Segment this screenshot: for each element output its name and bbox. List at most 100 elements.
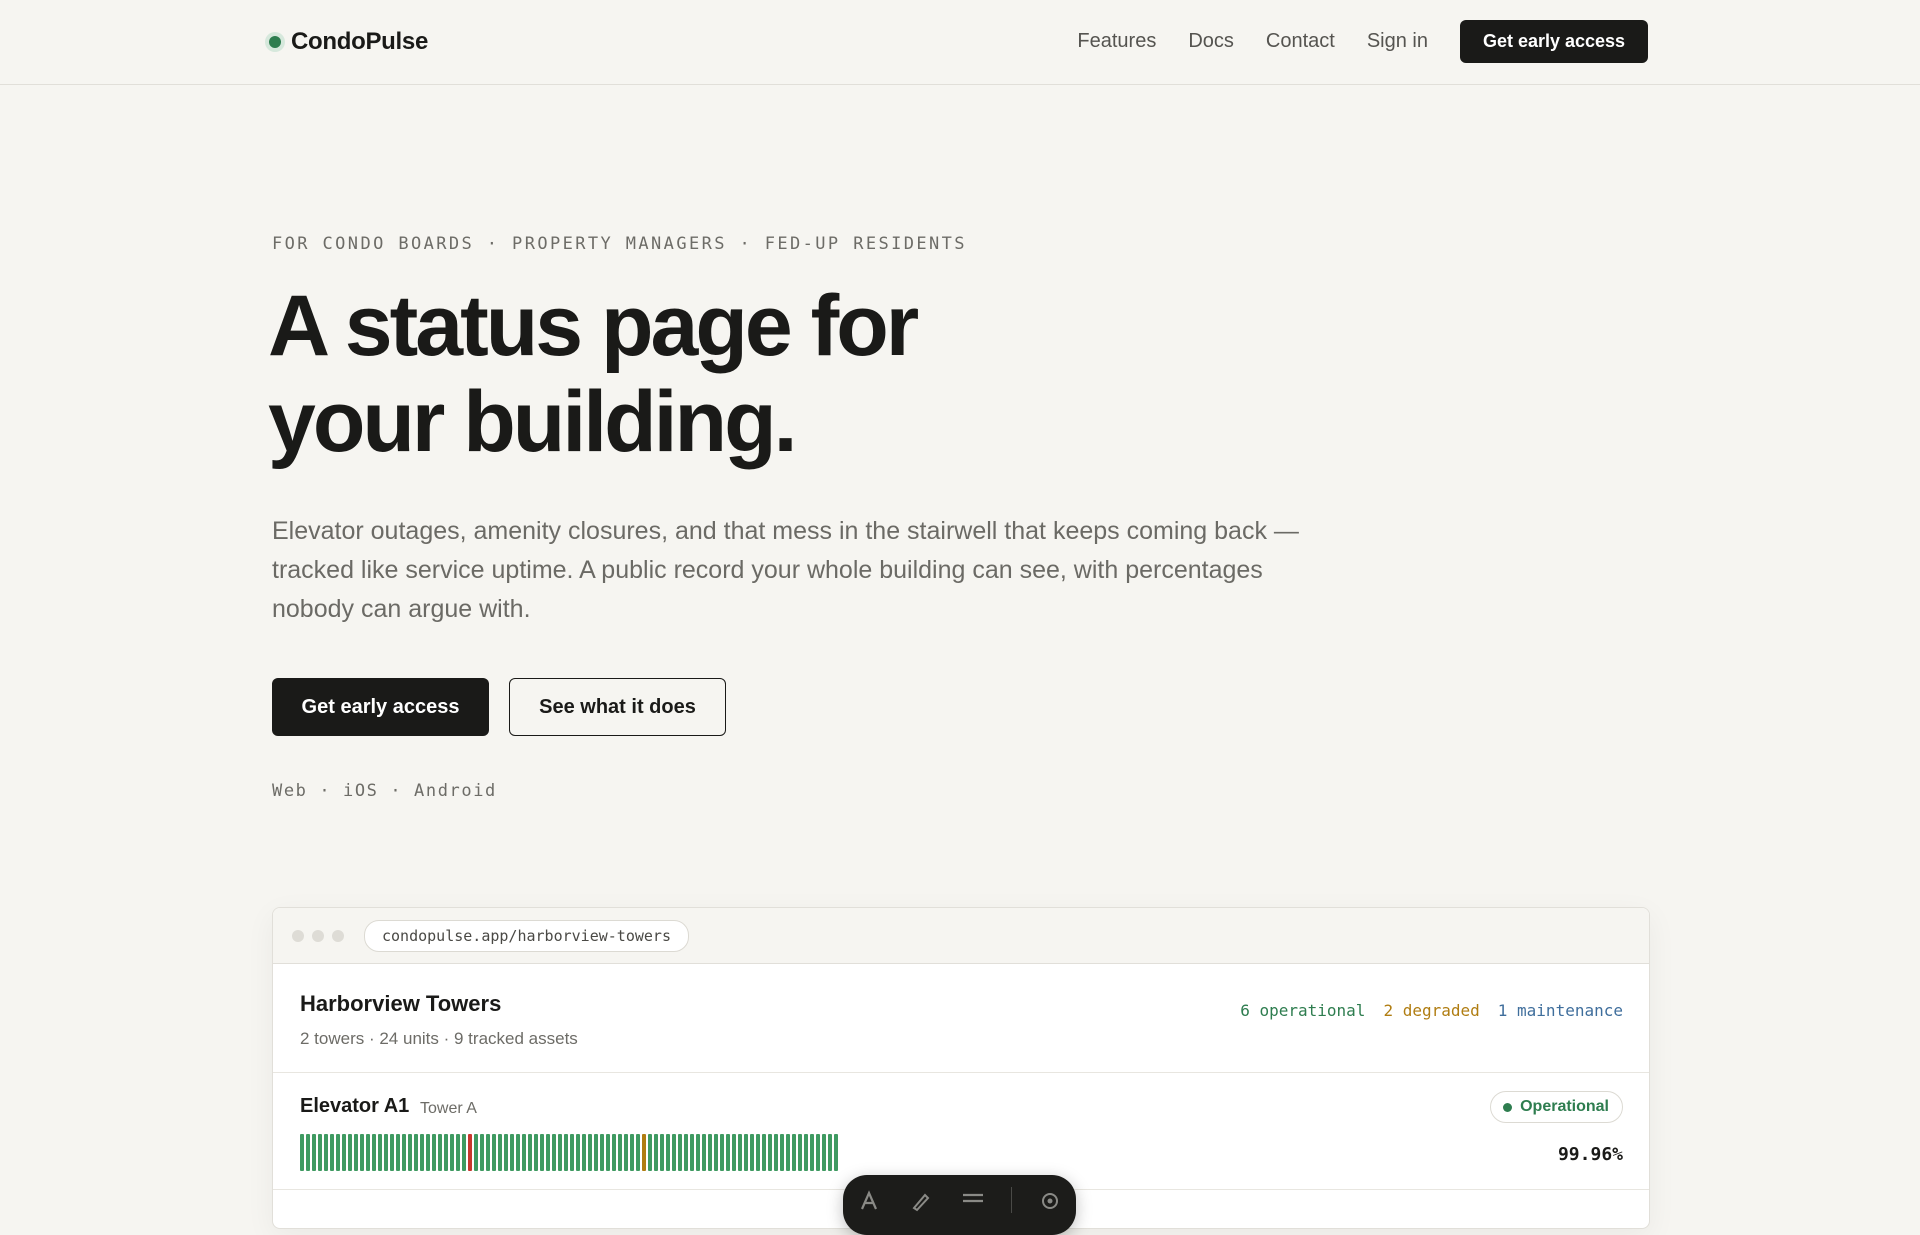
hero-eyebrow: FOR CONDO BOARDS · PROPERTY MANAGERS · F… — [272, 234, 967, 254]
building-meta: 2 towers · 24 units · 9 tracked assets — [300, 1029, 578, 1048]
uptime-day-bar — [750, 1134, 754, 1171]
address-bar[interactable]: condopulse.app/harborview-towers — [364, 919, 689, 952]
uptime-day-bar — [372, 1134, 376, 1171]
uptime-day-bar — [648, 1134, 652, 1171]
hero-subhead: Elevator outages, amenity closures, and … — [272, 517, 1299, 623]
uptime-day-bar — [654, 1134, 658, 1171]
uptime-day-bar — [570, 1134, 574, 1171]
uptime-day-bar — [732, 1134, 736, 1171]
uptime-day-bar — [690, 1134, 694, 1171]
uptime-day-bar — [660, 1134, 664, 1171]
headline-line-1: A status page for — [268, 278, 919, 374]
nav-link-docs[interactable]: Docs — [1188, 30, 1234, 53]
uptime-day-bar — [528, 1134, 532, 1171]
hero-headline: A status page for your building. — [268, 278, 919, 470]
uptime-day-bar — [720, 1134, 724, 1171]
nav-link-contact[interactable]: Contact — [1266, 30, 1335, 53]
uptime-day-bar — [558, 1134, 562, 1171]
uptime-day-bar — [816, 1134, 820, 1171]
uptime-day-bar — [504, 1134, 508, 1171]
status-dot-icon — [1503, 1102, 1513, 1112]
uptime-day-bar — [822, 1134, 826, 1171]
floating-toolbar — [843, 1175, 1076, 1235]
menu-icon[interactable] — [959, 1187, 987, 1215]
building-name: Harborview Towers — [300, 991, 502, 1016]
uptime-day-bar — [702, 1134, 706, 1171]
maintenance-count: 1 maintenance — [1497, 1001, 1623, 1020]
uptime-day-bar — [576, 1134, 580, 1171]
status-badge-label: Operational — [1520, 1098, 1609, 1115]
uptime-day-bar — [792, 1134, 796, 1171]
window-close-dot-icon — [292, 929, 304, 942]
main-nav: Features Docs Contact Sign in Get early … — [1077, 20, 1648, 63]
uptime-day-bar — [768, 1134, 772, 1171]
uptime-day-bar — [324, 1134, 328, 1171]
uptime-day-bar — [420, 1134, 424, 1171]
uptime-day-bar — [540, 1134, 544, 1171]
uptime-day-bar — [396, 1134, 400, 1171]
uptime-day-bar — [354, 1134, 358, 1171]
uptime-day-bar — [714, 1134, 718, 1171]
uptime-day-bar — [672, 1134, 676, 1171]
degraded-count: 2 degraded — [1383, 1001, 1480, 1020]
status-badge: Operational — [1490, 1091, 1623, 1123]
uptime-day-bar — [666, 1134, 670, 1171]
uptime-day-bar — [306, 1134, 310, 1171]
uptime-day-bar — [360, 1134, 364, 1171]
operational-count: 6 operational — [1240, 1001, 1366, 1020]
settings-icon[interactable] — [1036, 1187, 1064, 1215]
uptime-day-bar — [432, 1134, 436, 1171]
nav-link-sign-in[interactable]: Sign in — [1367, 30, 1428, 53]
uptime-day-bar — [456, 1134, 460, 1171]
uptime-history-bars — [300, 1134, 838, 1171]
uptime-day-bar — [696, 1134, 700, 1171]
asset-row[interactable]: Elevator A1 Tower A Operational 99.96% — [273, 1073, 1649, 1190]
uptime-day-bar — [636, 1134, 640, 1171]
window-maximize-dot-icon — [332, 929, 344, 942]
uptime-day-bar — [336, 1134, 340, 1171]
pen-icon[interactable] — [907, 1187, 935, 1215]
see-what-it-does-button[interactable]: See what it does — [509, 678, 726, 736]
uptime-day-bar — [810, 1134, 814, 1171]
uptime-day-bar — [414, 1134, 418, 1171]
uptime-day-bar — [492, 1134, 496, 1171]
nav-link-features[interactable]: Features — [1077, 30, 1156, 53]
uptime-day-bar — [522, 1134, 526, 1171]
uptime-day-bar — [612, 1134, 616, 1171]
uptime-day-bar — [804, 1134, 808, 1171]
uptime-day-bar — [678, 1134, 682, 1171]
uptime-day-bar — [744, 1134, 748, 1171]
uptime-day-bar — [498, 1134, 502, 1171]
toolbar-divider — [1011, 1187, 1012, 1213]
building-header: Harborview Towers 2 towers · 24 units · … — [273, 964, 1649, 1073]
uptime-day-bar — [738, 1134, 742, 1171]
uptime-day-bar — [534, 1134, 538, 1171]
uptime-day-bar — [342, 1134, 346, 1171]
uptime-day-bar — [486, 1134, 490, 1171]
text-icon[interactable] — [855, 1187, 883, 1215]
uptime-day-bar — [312, 1134, 316, 1171]
uptime-day-bar — [546, 1134, 550, 1171]
uptime-day-bar — [366, 1134, 370, 1171]
platforms-list: Web · iOS · Android — [272, 781, 497, 801]
uptime-day-bar — [564, 1134, 568, 1171]
uptime-day-bar — [774, 1134, 778, 1171]
site-header: CondoPulse Features Docs Contact Sign in… — [0, 0, 1920, 85]
uptime-day-bar — [594, 1134, 598, 1171]
uptime-day-bar — [480, 1134, 484, 1171]
uptime-day-bar — [642, 1134, 646, 1171]
get-early-access-button[interactable]: Get early access — [272, 678, 489, 736]
uptime-day-bar — [834, 1134, 838, 1171]
header-early-access-button[interactable]: Get early access — [1460, 20, 1648, 63]
uptime-day-bar — [450, 1134, 454, 1171]
window-minimize-dot-icon — [312, 929, 324, 942]
uptime-day-bar — [756, 1134, 760, 1171]
uptime-day-bar — [510, 1134, 514, 1171]
brand[interactable]: CondoPulse — [269, 28, 428, 56]
hero-cta-row: Get early access See what it does — [272, 678, 726, 736]
uptime-day-bar — [600, 1134, 604, 1171]
uptime-day-bar — [378, 1134, 382, 1171]
uptime-day-bar — [474, 1134, 478, 1171]
uptime-day-bar — [330, 1134, 334, 1171]
uptime-day-bar — [828, 1134, 832, 1171]
